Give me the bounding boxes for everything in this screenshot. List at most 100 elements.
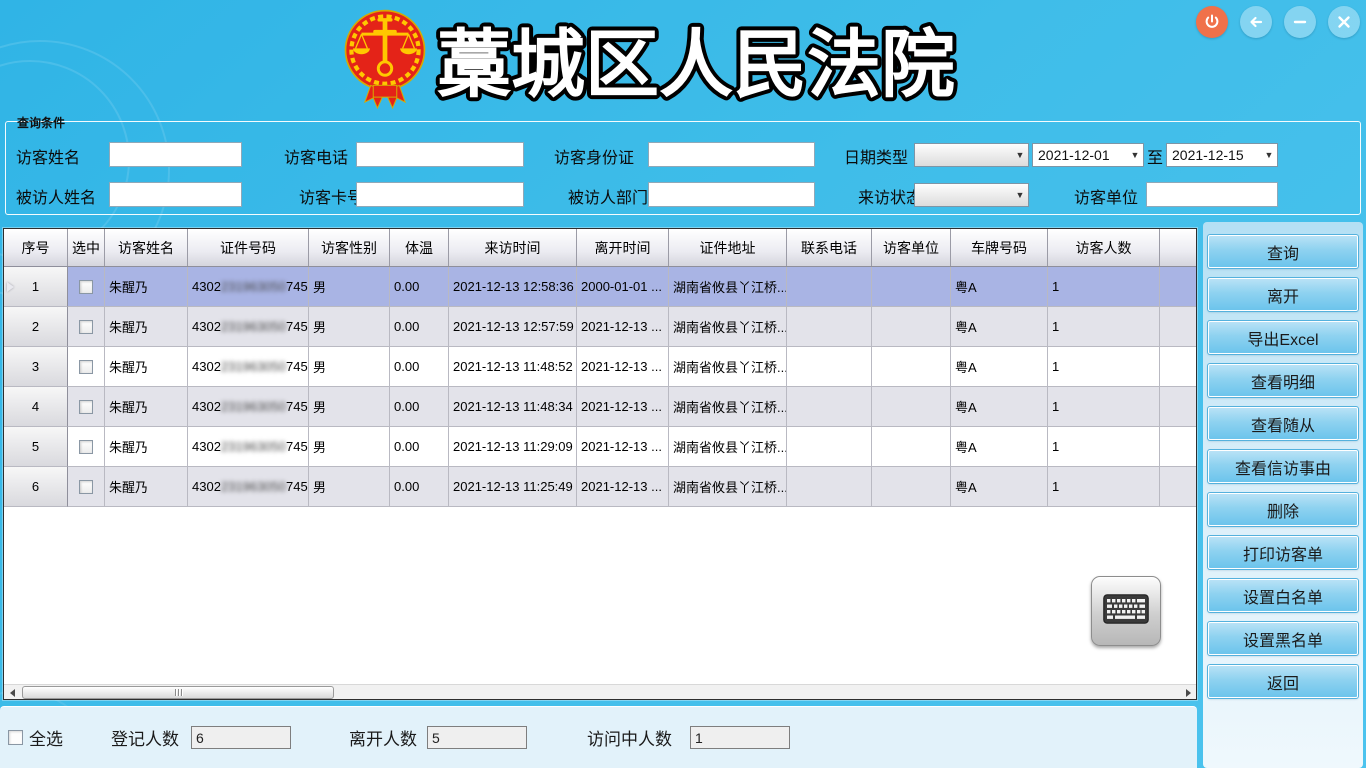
view-details-button[interactable]: 查看明细	[1208, 364, 1358, 397]
leave-time-cell: 2021-12-13 ...	[577, 427, 669, 467]
plate-number-cell: 粤A	[951, 347, 1048, 387]
column-header[interactable]: 体温	[390, 229, 449, 266]
id-address-cell: 湖南省攸县丫江桥...	[669, 467, 787, 507]
visit-status-select[interactable]: ▼	[914, 183, 1029, 207]
horizontal-scrollbar[interactable]	[4, 684, 1196, 699]
redacted-id-digits: 231963050	[221, 279, 286, 294]
table-row[interactable]: 2朱醒乃430223196305074518男0.002021-12-13 12…	[4, 307, 1196, 347]
row-filler-cell	[1160, 347, 1196, 387]
chevron-down-icon: ▼	[1012, 190, 1028, 200]
phone-cell	[787, 427, 872, 467]
redacted-id-digits: 231963050	[221, 359, 286, 374]
gender-cell: 男	[309, 347, 390, 387]
leave-time-cell: 2021-12-13 ...	[577, 387, 669, 427]
row-number-cell: 3	[4, 347, 68, 387]
keyboard-icon	[1103, 594, 1149, 629]
close-button[interactable]	[1328, 6, 1360, 38]
arrive-time-cell: 2021-12-13 12:57:59	[449, 307, 577, 347]
visitor-count-cell: 1	[1048, 307, 1160, 347]
minimize-button[interactable]	[1284, 6, 1316, 38]
registered-count-label: 登记人数	[111, 725, 179, 750]
virtual-keyboard-button[interactable]	[1091, 576, 1161, 646]
phone-cell	[787, 347, 872, 387]
row-number-cell: 1	[4, 267, 68, 307]
power-button[interactable]	[1196, 6, 1228, 38]
back-button[interactable]	[1240, 6, 1272, 38]
row-checkbox[interactable]	[79, 480, 93, 494]
visitor-unit-input[interactable]	[1146, 182, 1278, 207]
return-button[interactable]: 返回	[1208, 665, 1358, 698]
visited-dept-input[interactable]	[648, 182, 815, 207]
column-header[interactable]: 来访时间	[449, 229, 577, 266]
id-address-cell: 湖南省攸县丫江桥...	[669, 427, 787, 467]
column-header-filler	[1160, 229, 1196, 266]
table-body: 1朱醒乃430223196305074518男0.002021-12-13 12…	[4, 267, 1196, 507]
row-checkbox[interactable]	[79, 440, 93, 454]
visitor-card-input[interactable]	[356, 182, 524, 207]
column-header[interactable]: 选中	[68, 229, 105, 266]
delete-button[interactable]: 删除	[1208, 493, 1358, 526]
select-all-checkbox[interactable]	[8, 730, 23, 745]
column-header[interactable]: 离开时间	[577, 229, 669, 266]
table-row[interactable]: 6朱醒乃430223196305074518男0.002021-12-13 11…	[4, 467, 1196, 507]
date-to-select[interactable]: 2021-12-15▼	[1166, 143, 1278, 167]
visitor-name-input[interactable]	[109, 142, 242, 167]
scrollbar-thumb[interactable]	[22, 686, 334, 699]
query-button[interactable]: 查询	[1208, 235, 1358, 268]
date-type-select[interactable]: ▼	[914, 143, 1029, 167]
date-from-select[interactable]: 2021-12-01▼	[1032, 143, 1144, 167]
column-header[interactable]: 访客人数	[1048, 229, 1160, 266]
redacted-id-digits: 231963050	[221, 399, 286, 414]
arrive-time-cell: 2021-12-13 11:48:52	[449, 347, 577, 387]
visitor-name-cell: 朱醒乃	[105, 467, 188, 507]
app-header: 藁城区人民法院	[0, 0, 1366, 118]
visitor-name-cell: 朱醒乃	[105, 347, 188, 387]
temperature-cell: 0.00	[390, 467, 449, 507]
view-companions-button[interactable]: 查看随从	[1208, 407, 1358, 440]
plate-number-cell: 粤A	[951, 267, 1048, 307]
set-blacklist-button[interactable]: 设置黑名单	[1208, 622, 1358, 655]
table-row[interactable]: 1朱醒乃430223196305074518男0.002021-12-13 12…	[4, 267, 1196, 307]
visitor-phone-input[interactable]	[356, 142, 524, 167]
row-checkbox[interactable]	[79, 320, 93, 334]
visitor-count-cell: 1	[1048, 467, 1160, 507]
row-checkbox[interactable]	[79, 400, 93, 414]
row-filler-cell	[1160, 467, 1196, 507]
column-header[interactable]: 访客姓名	[105, 229, 188, 266]
column-header[interactable]: 车牌号码	[951, 229, 1048, 266]
row-number-cell: 6	[4, 467, 68, 507]
view-petition-button[interactable]: 查看信访事由	[1208, 450, 1358, 483]
set-whitelist-button[interactable]: 设置白名单	[1208, 579, 1358, 612]
visitor-id-input[interactable]	[648, 142, 815, 167]
summary-bar: 全选 登记人数 离开人数 访问中人数	[0, 706, 1197, 768]
court-emblem-icon	[343, 8, 427, 119]
visited-name-input[interactable]	[109, 182, 242, 207]
leave-button[interactable]: 离开	[1208, 278, 1358, 311]
id-address-cell: 湖南省攸县丫江桥...	[669, 267, 787, 307]
phone-cell	[787, 267, 872, 307]
export-excel-button[interactable]: 导出Excel	[1208, 321, 1358, 354]
row-select-cell	[68, 387, 105, 427]
visitor-name-label: 访客姓名	[16, 144, 80, 168]
column-header[interactable]: 序号	[4, 229, 68, 266]
column-header[interactable]: 联系电话	[787, 229, 872, 266]
column-header[interactable]: 证件地址	[669, 229, 787, 266]
plate-number-cell: 粤A	[951, 307, 1048, 347]
gender-cell: 男	[309, 307, 390, 347]
table-row[interactable]: 5朱醒乃430223196305074518男0.002021-12-13 11…	[4, 427, 1196, 467]
scroll-right-arrow[interactable]	[1180, 685, 1196, 700]
visitor-count-cell: 1	[1048, 347, 1160, 387]
arrive-time-cell: 2021-12-13 11:29:09	[449, 427, 577, 467]
table-row[interactable]: 4朱醒乃430223196305074518男0.002021-12-13 11…	[4, 387, 1196, 427]
table-row[interactable]: 3朱醒乃430223196305074518男0.002021-12-13 11…	[4, 347, 1196, 387]
row-filler-cell	[1160, 307, 1196, 347]
print-visitor-slip-button[interactable]: 打印访客单	[1208, 536, 1358, 569]
row-checkbox[interactable]	[79, 280, 93, 294]
scroll-left-arrow[interactable]	[4, 685, 20, 700]
column-header[interactable]: 访客性别	[309, 229, 390, 266]
column-header[interactable]: 访客单位	[872, 229, 951, 266]
row-checkbox[interactable]	[79, 360, 93, 374]
visitor-count-cell: 1	[1048, 427, 1160, 467]
column-header[interactable]: 证件号码	[188, 229, 309, 266]
chevron-down-icon: ▼	[1012, 150, 1028, 160]
